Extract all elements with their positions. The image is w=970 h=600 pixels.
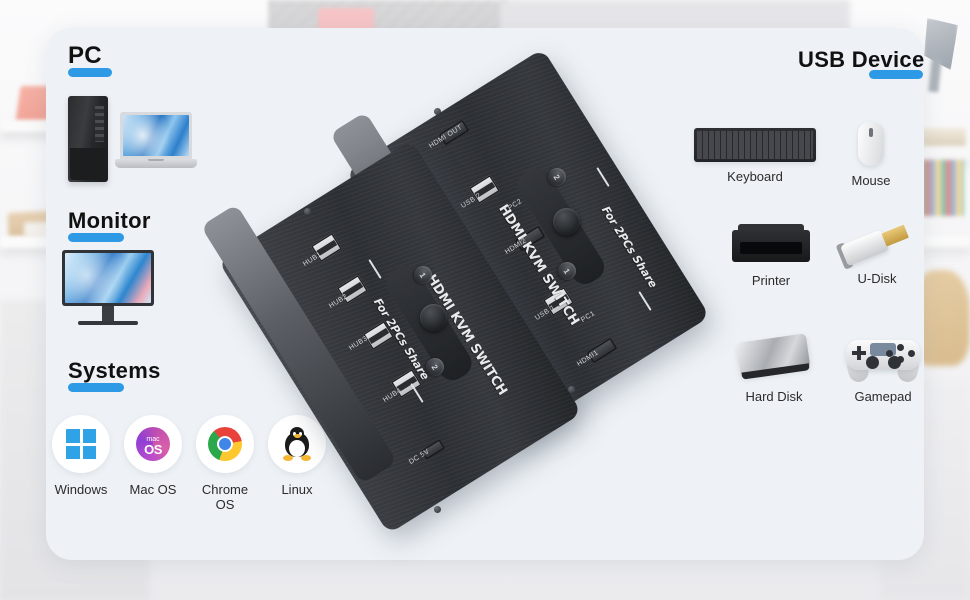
usb-device-keyboard: Keyboard [694,128,816,184]
usb-heading-underline [869,70,923,79]
system-item-windows: Windows [52,415,110,512]
system-item-chromeos: Chrome OS [196,415,254,512]
monitor-stand-neck [102,306,114,321]
usb-device-label-keyboard: Keyboard [727,169,783,184]
kvm-front-selector-knob[interactable] [420,304,447,331]
monitor-stand-foot [78,321,138,325]
kvm-front-screw-bottom [434,506,441,513]
mouse-icon [858,122,884,166]
external-hard-disk-icon [736,333,811,386]
gamepad-icon [845,336,921,385]
system-label-windows: Windows [54,482,108,497]
laptop-screen [123,115,189,156]
usb-device-label-printer: Printer [751,273,791,288]
macos-mark-big: OS [144,441,162,457]
chrome-logo-icon [196,415,254,473]
printer-icon [732,224,810,266]
system-item-macos: mac OS Mac OS [124,415,182,512]
monitor-panel [62,250,154,306]
pc-section-heading: PC [68,42,102,69]
usb-device-hard-disk: Hard Disk [736,333,811,404]
systems-heading-underline [68,383,124,392]
monitor-icon [62,250,154,328]
tower-drive-bays [95,106,104,142]
systems-section-heading: Systems [68,358,161,383]
product-infographic: PC Monitor Systems USB Device Windows ma… [0,0,970,600]
monitor-heading-underline [68,233,124,242]
system-label-macos: Mac OS [129,482,177,497]
laptop-icon [115,112,197,172]
usb-device-gamepad: Gamepad [845,336,921,404]
macos-logo-icon: mac OS [124,415,182,473]
usb-device-mouse: Mouse [845,122,897,188]
kvm-switch-front: HUB1 HUB2 HUB3 HUB4 DC 5V HDMI KVM SWITC… [200,140,586,536]
usb-device-label-hard-disk: Hard Disk [745,389,803,404]
usb-device-label-gamepad: Gamepad [854,389,912,404]
kvm-front-screw-top [304,208,311,215]
pc-heading-underline [68,68,112,77]
desktop-tower-icon [68,96,108,182]
system-label-chromeos: Chrome OS [201,482,249,512]
usb-device-label-mouse: Mouse [851,173,891,188]
background-lamp-arm [928,57,942,93]
usb-device-printer: Printer [732,224,810,288]
usb-device-udisk: U-Disk [835,224,912,286]
keyboard-icon [694,128,816,162]
laptop-lid [120,112,192,159]
laptop-base [115,159,197,168]
monitor-section-heading: Monitor [68,208,151,233]
kvm-rear-screw-top [434,108,441,115]
windows-logo-icon [52,415,110,473]
monitor-screen [65,253,151,303]
